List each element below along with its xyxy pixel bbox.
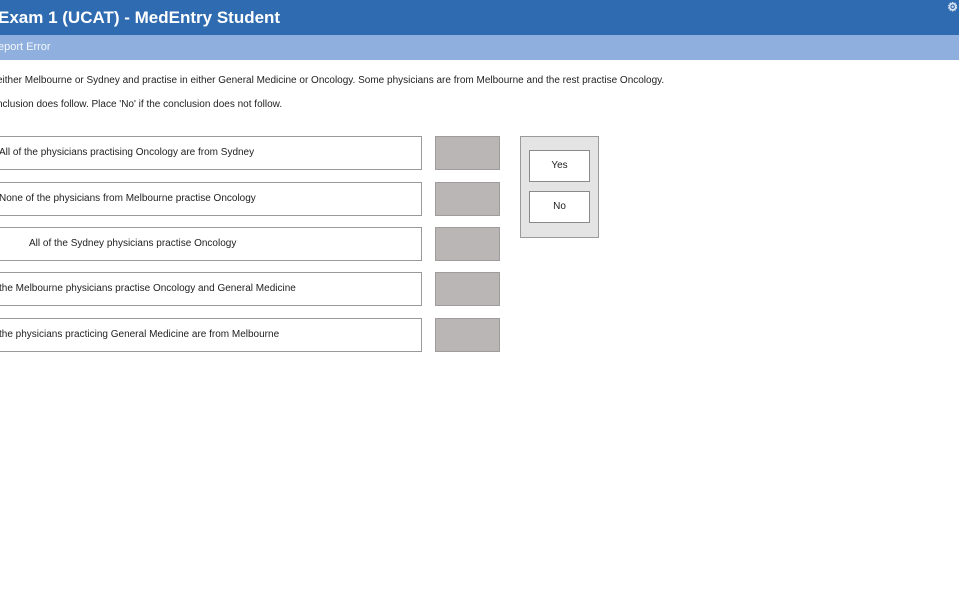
statement-text: None of the physicians from Melbourne pr… <box>0 193 256 204</box>
statement-box: All of the Sydney physicians practise On… <box>0 227 422 261</box>
no-answer-button[interactable]: No <box>529 191 590 223</box>
answer-drop-slot[interactable] <box>435 227 500 261</box>
statement-text: All of the physicians practising Oncolog… <box>0 147 255 158</box>
answer-drop-slot[interactable] <box>435 272 500 306</box>
statement-box: All of the physicians practising Oncolog… <box>0 136 422 170</box>
toolbar: eport Error <box>0 35 959 60</box>
answer-options-panel: Yes No <box>520 136 599 238</box>
answer-drop-slot[interactable] <box>435 318 500 352</box>
report-error-button[interactable]: eport Error <box>0 35 51 60</box>
answer-drop-slot[interactable] <box>435 182 500 216</box>
question-stem: either Melbourne or Sydney and practise … <box>0 75 665 86</box>
statement-box: None of the physicians from Melbourne pr… <box>0 182 422 216</box>
window-title: Exam 1 (UCAT) - MedEntry Student <box>0 8 281 27</box>
gear-icon[interactable]: ⚙ <box>947 0 958 25</box>
statement-box: the Melbourne physicians practise Oncolo… <box>0 272 422 306</box>
statement-text: the physicians practicing General Medici… <box>0 329 280 340</box>
statement-text: the Melbourne physicians practise Oncolo… <box>0 283 296 294</box>
title-bar: Exam 1 (UCAT) - MedEntry Student ⚙ <box>0 0 959 35</box>
statement-box: the physicians practicing General Medici… <box>0 318 422 352</box>
yes-answer-button[interactable]: Yes <box>529 150 590 182</box>
question-instruction: nclusion does follow. Place 'No' if the … <box>0 99 283 110</box>
statement-text: All of the Sydney physicians practise On… <box>29 238 237 249</box>
answer-drop-slot[interactable] <box>435 136 500 170</box>
